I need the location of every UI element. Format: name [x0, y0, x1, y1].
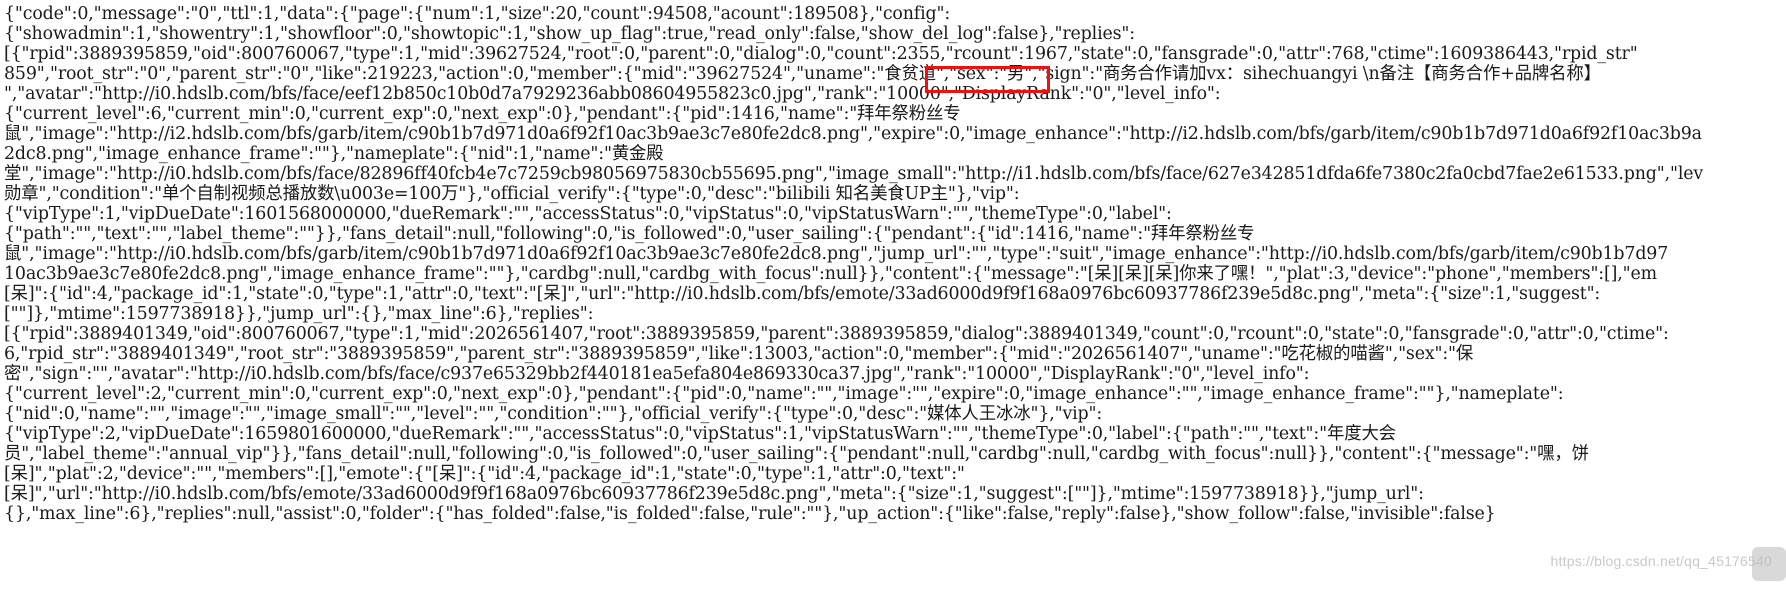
json-response-dump: {"code":0,"message":"0","ttl":1,"data":{… — [0, 0, 1786, 591]
code-line: {"vipType":1,"vipDueDate":1601568000000,… — [4, 204, 1172, 225]
code-line: {},"max_line":6},"replies":null,"assist"… — [4, 504, 1496, 525]
csdn-watermark: https://blog.csdn.net/qq_45176540 — [1550, 553, 1772, 569]
code-line: ","avatar":"http://i0.hdslb.com/bfs/face… — [4, 84, 1221, 105]
code-line: {"vipType":2,"vipDueDate":1659801600000,… — [4, 424, 1396, 445]
code-line: [{"rpid":3889401349,"oid":800760067,"typ… — [4, 324, 1669, 345]
code-line: 勋章","condition":"单个自制视频总播放数\u003e=100万"}… — [4, 184, 1020, 205]
code-line: {"path":"","text":"","label_theme":""}},… — [4, 224, 1255, 245]
code-line: 员","label_theme":"annual_vip"}},"fans_de… — [4, 444, 1589, 465]
code-line: [""]},"mtime":1597738918}},"jump_url":{}… — [4, 304, 594, 325]
code-line: 鼠","image":"http://i2.hdslb.com/bfs/garb… — [4, 124, 1702, 145]
code-line: [{"rpid":3889395859,"oid":800760067,"typ… — [4, 44, 1638, 65]
code-line: 密","sign":"","avatar":"http://i0.hdslb.c… — [4, 364, 1310, 385]
code-line: 10ac3b9ae3c7e80fe2dc8.png","image_enhanc… — [4, 264, 1657, 285]
code-line: {"current_level":6,"current_min":0,"curr… — [4, 104, 961, 125]
code-line: 6,"rpid_str":"3889401349","root_str":"38… — [4, 344, 1474, 365]
code-line: {"code":0,"message":"0","ttl":1,"data":{… — [4, 4, 951, 24]
code-line: 859","root_str":"0","parent_str":"0","li… — [4, 64, 1601, 85]
code-line: [呆]","plat":2,"device":"","members":[],"… — [4, 464, 965, 485]
code-line: [呆]":{"id":4,"package_id":1,"state":0,"t… — [4, 284, 1601, 305]
code-line: 堂","image":"http://i0.hdslb.com/bfs/face… — [4, 164, 1704, 185]
code-line: {"showadmin":1,"showentry":1,"showfloor"… — [4, 24, 1135, 45]
code-line: 鼠","image":"http://i0.hdslb.com/bfs/garb… — [4, 244, 1669, 265]
code-line: {"current_level":2,"current_min":0,"curr… — [4, 384, 1564, 405]
code-line: [呆]","url":"http://i0.hdslb.com/bfs/emot… — [4, 484, 1424, 505]
watermark-badge-icon — [1752, 547, 1786, 581]
code-line: 2dc8.png","image_enhance_frame":""},"nam… — [4, 144, 664, 165]
code-line: {"nid":0,"name":"","image":"","image_sma… — [4, 404, 1103, 425]
code-lines-container: {"code":0,"message":"0","ttl":1,"data":{… — [4, 4, 1786, 524]
